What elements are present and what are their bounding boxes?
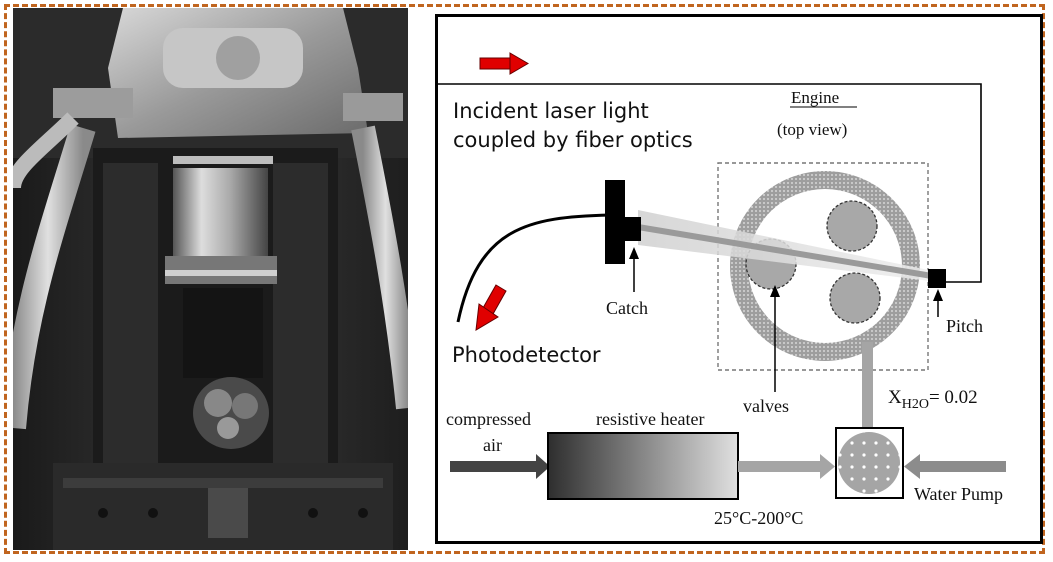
- catch-block: [605, 180, 625, 264]
- engine-title: Engine: [791, 88, 840, 107]
- valves-label: valves: [743, 396, 789, 416]
- intake-pipe: [862, 342, 873, 430]
- temperature-range-label: 25°C-200°C: [714, 508, 804, 528]
- x-h2o-value: = 0.02: [928, 387, 978, 408]
- catch-label: Catch: [606, 298, 648, 318]
- pitch-label: Pitch: [946, 316, 984, 336]
- engine-photo: [13, 8, 408, 550]
- x-h2o-label: XH2O= 0.02: [888, 387, 978, 413]
- x-h2o-subscript: H2O: [901, 396, 929, 412]
- photodetector-arrow-icon: [475, 284, 507, 331]
- compressed-air-arrow-icon: [450, 454, 550, 479]
- engine-subtitle: (top view): [777, 120, 848, 139]
- resistive-heater: [547, 432, 739, 500]
- photodetector-label: Photodetector: [452, 343, 601, 367]
- valve: [829, 272, 881, 324]
- x-h2o-symbol: X: [888, 387, 902, 408]
- laser-schematic: Incident laser light coupled by fiber op…: [435, 14, 1043, 544]
- resistive-heater-label: resistive heater: [596, 409, 705, 429]
- pitch-block: [928, 269, 946, 288]
- heated-air-arrow-icon: [738, 454, 835, 479]
- incident-light-label-2: coupled by fiber optics: [453, 128, 693, 152]
- water-pump-arrow-icon: [904, 454, 1006, 479]
- compressed-air-label-1: compressed: [446, 409, 531, 429]
- compressed-air-label-2: air: [483, 435, 502, 455]
- incident-arrow-icon: [479, 52, 529, 75]
- valve: [826, 200, 878, 252]
- water-pump-label: Water Pump: [914, 484, 1004, 504]
- schematic-drawing: [438, 52, 1006, 500]
- incident-light-label-1: Incident laser light: [453, 99, 649, 123]
